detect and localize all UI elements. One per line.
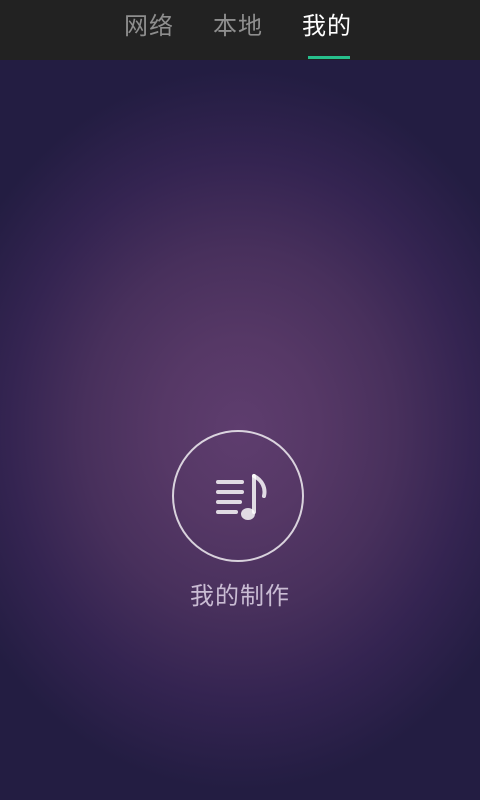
tab-local[interactable]: 本地 [213,8,263,44]
tab-network[interactable]: 网络 [124,8,174,44]
active-tab-indicator [308,56,350,59]
main-content: 我的制作 [0,60,480,800]
my-creations-label: 我的制作 [190,582,290,610]
my-creations-button[interactable] [172,430,304,562]
tabs: 网络 本地 我的 [0,0,480,60]
music-list-icon [216,474,267,520]
top-tab-bar: 网络 本地 我的 [0,0,480,60]
tab-mine[interactable]: 我的 [302,8,352,44]
